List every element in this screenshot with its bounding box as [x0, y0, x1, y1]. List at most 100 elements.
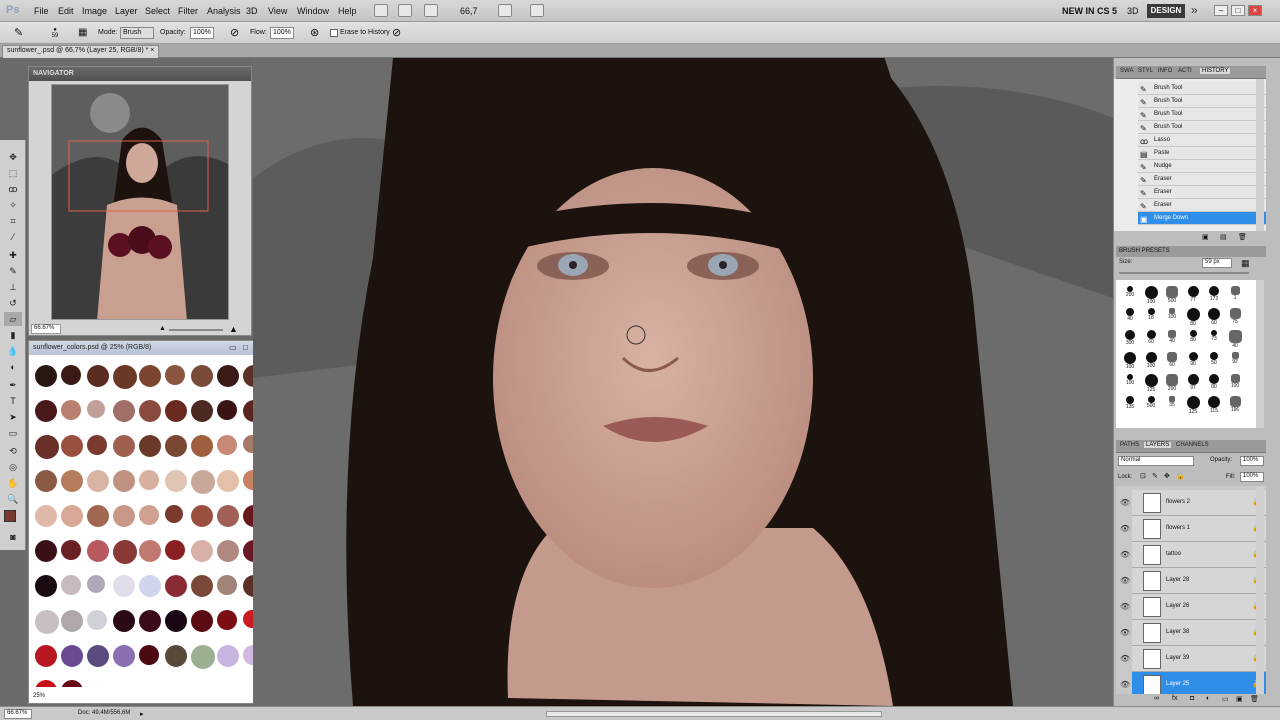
- color-swatch[interactable]: [191, 505, 213, 527]
- color-swatch[interactable]: [217, 435, 237, 455]
- marquee-tool-icon[interactable]: ⬚: [4, 166, 22, 180]
- delete-state-icon[interactable]: 🗑: [1238, 233, 1247, 241]
- color-swatch[interactable]: [87, 645, 109, 667]
- brush-preset[interactable]: 196: [1225, 394, 1245, 415]
- status-menu-icon[interactable]: ▸: [140, 710, 144, 718]
- tab-actions[interactable]: ACTI: [1176, 68, 1194, 74]
- color-swatch[interactable]: [87, 435, 107, 455]
- lasso-tool-icon[interactable]: ꝏ: [4, 182, 22, 196]
- color-swatch[interactable]: [35, 645, 57, 667]
- brush-preset[interactable]: 200: [1162, 372, 1182, 393]
- history-state[interactable]: ✎ Brush Tool: [1138, 82, 1266, 95]
- color-swatch[interactable]: [61, 400, 81, 420]
- color-swatch[interactable]: [113, 505, 135, 527]
- link-layers-icon[interactable]: ∞: [1154, 695, 1159, 702]
- layer-row[interactable]: 👁Layer 28🔒: [1120, 568, 1266, 594]
- brush-preset[interactable]: 40: [1225, 328, 1245, 349]
- brush-preset[interactable]: 77: [1183, 284, 1203, 305]
- color-swatch[interactable]: [113, 540, 137, 564]
- screen-mode-icon[interactable]: [530, 4, 544, 17]
- tablet-pressure-opacity-icon[interactable]: ⊘: [230, 26, 239, 39]
- color-swatch[interactable]: [113, 400, 135, 422]
- color-swatch[interactable]: [217, 470, 239, 492]
- layer-visibility-eye-icon[interactable]: 👁: [1120, 628, 1130, 637]
- brush-preset[interactable]: 60: [1141, 328, 1161, 349]
- history-state[interactable]: ▣ Merge Down: [1138, 212, 1266, 225]
- zoom-tool-icon[interactable]: 🔍: [4, 492, 22, 506]
- brush-preset[interactable]: 100: [1141, 350, 1161, 371]
- workspace-3d-button[interactable]: 3D: [1127, 6, 1139, 16]
- minibridge-icon[interactable]: [398, 4, 412, 17]
- lock-transparency-icon[interactable]: ⊡: [1140, 472, 1146, 480]
- menu-view[interactable]: View: [268, 6, 287, 16]
- color-swatch[interactable]: [35, 435, 59, 459]
- color-swatch[interactable]: [217, 610, 237, 630]
- color-swatch[interactable]: [87, 505, 109, 527]
- brush-preset[interactable]: 100: [1162, 306, 1182, 327]
- tab-info[interactable]: INFO: [1156, 68, 1174, 74]
- layer-opacity-field[interactable]: 100%: [1240, 456, 1264, 466]
- adjustment-layer-icon[interactable]: ◐: [1206, 695, 1210, 702]
- brush-preset[interactable]: 135: [1120, 394, 1140, 415]
- color-swatch[interactable]: [217, 505, 239, 527]
- color-swatch[interactable]: [35, 505, 57, 527]
- color-swatch[interactable]: [61, 435, 83, 457]
- layer-visibility-eye-icon[interactable]: 👁: [1120, 576, 1130, 585]
- color-swatch[interactable]: [217, 540, 239, 562]
- menu-image[interactable]: Image: [82, 6, 107, 16]
- menu-edit[interactable]: Edit: [58, 6, 74, 16]
- color-swatch[interactable]: [139, 505, 159, 525]
- color-swatch[interactable]: [61, 505, 83, 527]
- brush-tool-icon[interactable]: ✎: [14, 26, 23, 39]
- quick-select-tool-icon[interactable]: ✧: [4, 198, 22, 212]
- brush-preset[interactable]: 125: [1141, 372, 1161, 393]
- color-swatch[interactable]: [165, 575, 187, 597]
- brush-preset[interactable]: 75: [1225, 306, 1245, 327]
- color-swatch[interactable]: [87, 610, 107, 630]
- history-state[interactable]: ▤ Paste: [1138, 147, 1266, 160]
- close-button[interactable]: ×: [1248, 5, 1262, 16]
- layer-row[interactable]: 👁tattoo🔒: [1120, 542, 1266, 568]
- color-swatch[interactable]: [35, 365, 57, 387]
- history-brush-tool-icon[interactable]: ↺: [4, 296, 22, 310]
- color-swatch[interactable]: [139, 610, 161, 632]
- healing-brush-tool-icon[interactable]: ✚: [4, 248, 22, 262]
- color-swatch[interactable]: [113, 435, 135, 457]
- brush-preset[interactable]: 40: [1120, 306, 1140, 327]
- layer-visibility-eye-icon[interactable]: 👁: [1120, 654, 1130, 663]
- tab-history[interactable]: HISTORY: [1200, 68, 1231, 74]
- layer-row[interactable]: 👁Layer 26🔒: [1120, 594, 1266, 620]
- brush-preset[interactable]: 50: [1204, 350, 1224, 371]
- path-select-tool-icon[interactable]: ➤: [4, 410, 22, 424]
- delete-layer-icon[interactable]: 🗑: [1250, 695, 1259, 703]
- document-canvas[interactable]: [253, 58, 1113, 706]
- color-swatch[interactable]: [113, 575, 135, 597]
- tablet-pressure-size-icon[interactable]: ⊘: [392, 26, 401, 39]
- color-swatch[interactable]: [191, 575, 213, 597]
- color-swatch[interactable]: [165, 505, 183, 523]
- new-in-cs5-button[interactable]: NEW IN CS 5: [1062, 6, 1117, 16]
- new-group-icon[interactable]: ▭: [1222, 695, 1229, 703]
- new-snapshot-icon[interactable]: ▣: [1202, 233, 1209, 241]
- history-state[interactable]: ✎ Brush Tool: [1138, 108, 1266, 121]
- color-swatch[interactable]: [61, 680, 83, 687]
- status-zoom-field[interactable]: 66.67%: [4, 709, 32, 719]
- brush-preset[interactable]: 90: [1183, 350, 1203, 371]
- layer-row[interactable]: 👁Layer 25🔒: [1120, 672, 1266, 694]
- brush-preset[interactable]: 80: [1204, 372, 1224, 393]
- fill-field[interactable]: 100%: [1240, 472, 1264, 482]
- brush-size-slider[interactable]: [1119, 272, 1249, 274]
- color-swatch[interactable]: [35, 400, 57, 422]
- brush-preset[interactable]: 500: [1162, 284, 1182, 305]
- brush-preset[interactable]: 92: [1225, 350, 1245, 371]
- gradient-tool-icon[interactable]: ▮: [4, 328, 22, 342]
- color-swatch[interactable]: [139, 365, 161, 387]
- history-state[interactable]: ✎ Nudge: [1138, 160, 1266, 173]
- brush-preset[interactable]: 115: [1204, 394, 1224, 415]
- history-state[interactable]: ✎ Eraser: [1138, 173, 1266, 186]
- color-swatch[interactable]: [35, 575, 57, 597]
- brush-preset[interactable]: 100: [1225, 372, 1245, 393]
- clone-stamp-tool-icon[interactable]: ⊥: [4, 280, 22, 294]
- color-swatch[interactable]: [87, 400, 105, 418]
- brush-size-preview[interactable]: ● 59: [48, 27, 62, 39]
